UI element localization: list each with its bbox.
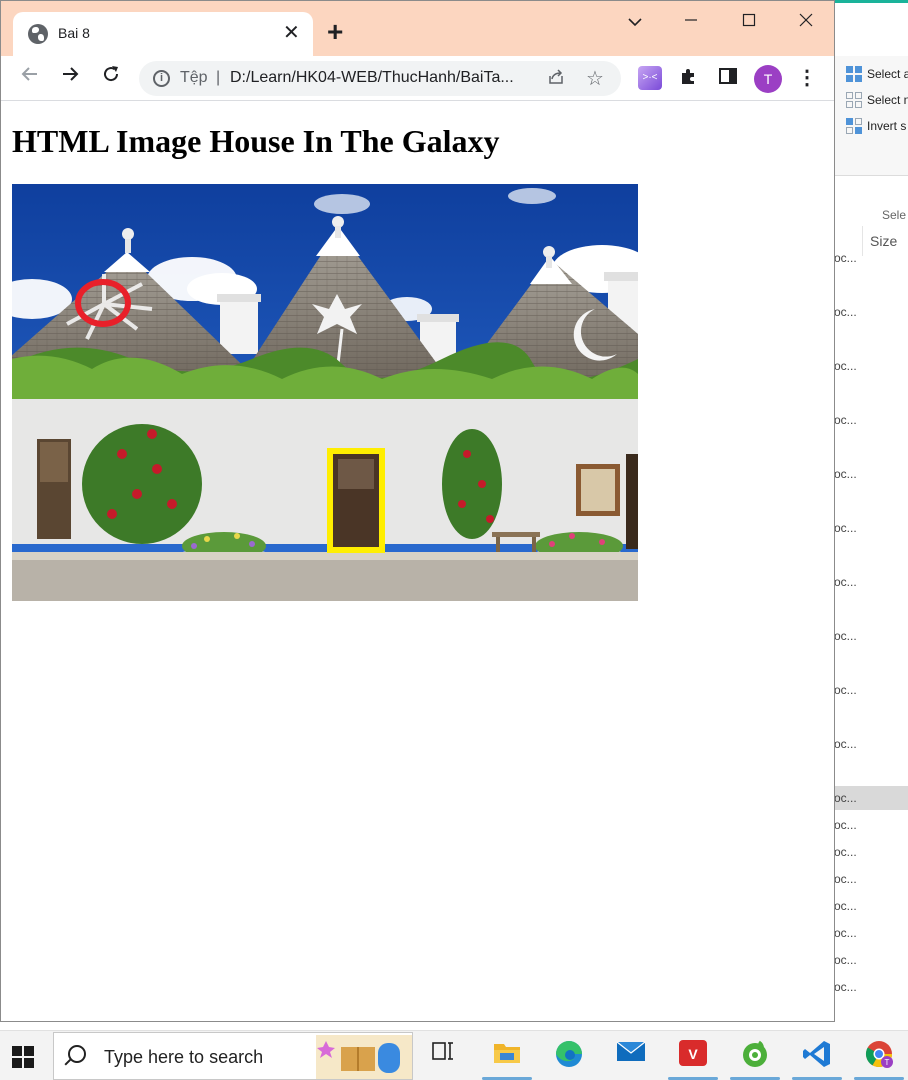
globe-icon bbox=[28, 24, 48, 44]
tab-strip: Bai 8 ✕ + bbox=[1, 1, 834, 56]
taskbar-search-input[interactable]: Type here to search bbox=[53, 1032, 413, 1080]
vscode-icon[interactable] bbox=[800, 1039, 834, 1073]
search-highlight-illustration bbox=[316, 1035, 412, 1079]
select-none-icon bbox=[846, 92, 862, 108]
file-explorer-icon[interactable] bbox=[490, 1039, 524, 1073]
url-text[interactable]: D:/Learn/HK04-WEB/ThucHanh/BaiTa... bbox=[230, 69, 514, 87]
task-view-icon[interactable] bbox=[426, 1039, 460, 1073]
forward-arrow-icon bbox=[63, 67, 79, 81]
file-row[interactable]: oc... bbox=[834, 948, 908, 972]
file-row[interactable]: oc... bbox=[834, 975, 908, 999]
edge-icon[interactable] bbox=[552, 1039, 586, 1073]
file-row[interactable]: oc... bbox=[834, 624, 908, 648]
svg-text:T: T bbox=[885, 1058, 890, 1067]
file-row[interactable]: oc... bbox=[834, 516, 908, 540]
file-row[interactable]: oc... bbox=[834, 867, 908, 891]
minimize-button[interactable] bbox=[676, 9, 706, 33]
file-row[interactable]: oc... bbox=[834, 894, 908, 918]
share-icon[interactable] bbox=[547, 68, 565, 91]
minimize-icon bbox=[685, 19, 697, 21]
file-row[interactable]: oc... bbox=[834, 408, 908, 432]
file-row[interactable]: oc... bbox=[834, 300, 908, 324]
search-placeholder: Type here to search bbox=[104, 1047, 264, 1067]
reload-icon bbox=[104, 66, 119, 82]
tab-title: Bai 8 bbox=[58, 25, 90, 41]
info-icon[interactable]: i bbox=[153, 70, 170, 87]
file-row[interactable]: oc... bbox=[834, 732, 908, 756]
new-tab-button[interactable]: + bbox=[327, 17, 343, 47]
url-scheme-label: Tệp bbox=[180, 69, 208, 86]
sidepanel-icon[interactable] bbox=[716, 66, 740, 90]
invert-selection-button[interactable]: Invert s bbox=[846, 118, 906, 134]
coccoc-icon[interactable] bbox=[738, 1039, 772, 1073]
back-button[interactable] bbox=[16, 64, 44, 92]
close-window-button[interactable] bbox=[791, 9, 821, 33]
more-vert-icon[interactable]: ⋮ bbox=[797, 65, 817, 93]
close-tab-icon[interactable]: ✕ bbox=[283, 21, 300, 45]
extension-icon[interactable]: >·< bbox=[638, 66, 662, 90]
maximize-button[interactable] bbox=[734, 9, 764, 33]
ribbon-group-label: Sele bbox=[882, 208, 907, 222]
windows-start-icon[interactable] bbox=[12, 1046, 34, 1068]
file-row[interactable]: oc... bbox=[834, 246, 908, 270]
file-row[interactable]: oc... bbox=[834, 570, 908, 594]
profile-avatar[interactable]: T bbox=[754, 65, 782, 93]
window-edge bbox=[834, 0, 908, 3]
file-row[interactable]: oc... bbox=[834, 840, 908, 864]
select-all-button[interactable]: Select a bbox=[846, 66, 908, 82]
forward-button[interactable] bbox=[56, 64, 84, 92]
address-bar[interactable]: i Tệp | D:/Learn/HK04-WEB/ThucHanh/BaiTa… bbox=[139, 61, 621, 96]
back-arrow-icon bbox=[21, 67, 37, 81]
house-image bbox=[12, 184, 638, 601]
file-row[interactable]: oc... bbox=[834, 813, 908, 837]
close-icon bbox=[799, 13, 813, 27]
url-divider: | bbox=[216, 69, 221, 86]
svg-text:V: V bbox=[688, 1046, 698, 1062]
taskbar: Type here to search V T bbox=[0, 1030, 908, 1080]
browser-window: Bai 8 ✕ + i Tệp | D:/Learn/HK04-WEB/Thuc… bbox=[0, 0, 835, 1022]
select-none-button[interactable]: Select n bbox=[846, 92, 908, 108]
star-icon[interactable]: ☆ bbox=[586, 66, 604, 91]
file-row[interactable]: oc... bbox=[834, 678, 908, 702]
invert-selection-icon bbox=[846, 118, 862, 134]
page-title: HTML Image House In The Galaxy bbox=[12, 123, 500, 159]
mail-icon[interactable] bbox=[614, 1039, 648, 1073]
maximize-icon bbox=[742, 13, 756, 27]
chevron-down-icon bbox=[628, 18, 642, 27]
file-row[interactable]: oc... bbox=[834, 921, 908, 945]
explorer-ribbon: Select a Select n Invert s Sele bbox=[834, 56, 908, 222]
file-row[interactable]: oc... bbox=[834, 786, 908, 810]
select-all-icon bbox=[846, 66, 862, 82]
chrome-icon[interactable]: T bbox=[862, 1039, 896, 1073]
file-row[interactable]: oc... bbox=[834, 354, 908, 378]
browser-toolbar: i Tệp | D:/Learn/HK04-WEB/ThucHanh/BaiTa… bbox=[1, 56, 834, 101]
file-explorer-window: Select a Select n Invert s Sele Size oc.… bbox=[834, 0, 908, 1030]
file-row[interactable]: oc... bbox=[834, 462, 908, 486]
vba-icon[interactable]: V bbox=[676, 1039, 710, 1073]
tab-search-button[interactable] bbox=[620, 9, 650, 33]
tab-bai-8[interactable]: Bai 8 ✕ bbox=[13, 12, 313, 56]
page-viewport: HTML Image House In The Galaxy bbox=[1, 101, 834, 1021]
search-icon bbox=[68, 1045, 86, 1063]
reload-button[interactable] bbox=[97, 64, 125, 92]
puzzle-icon[interactable] bbox=[676, 66, 700, 90]
